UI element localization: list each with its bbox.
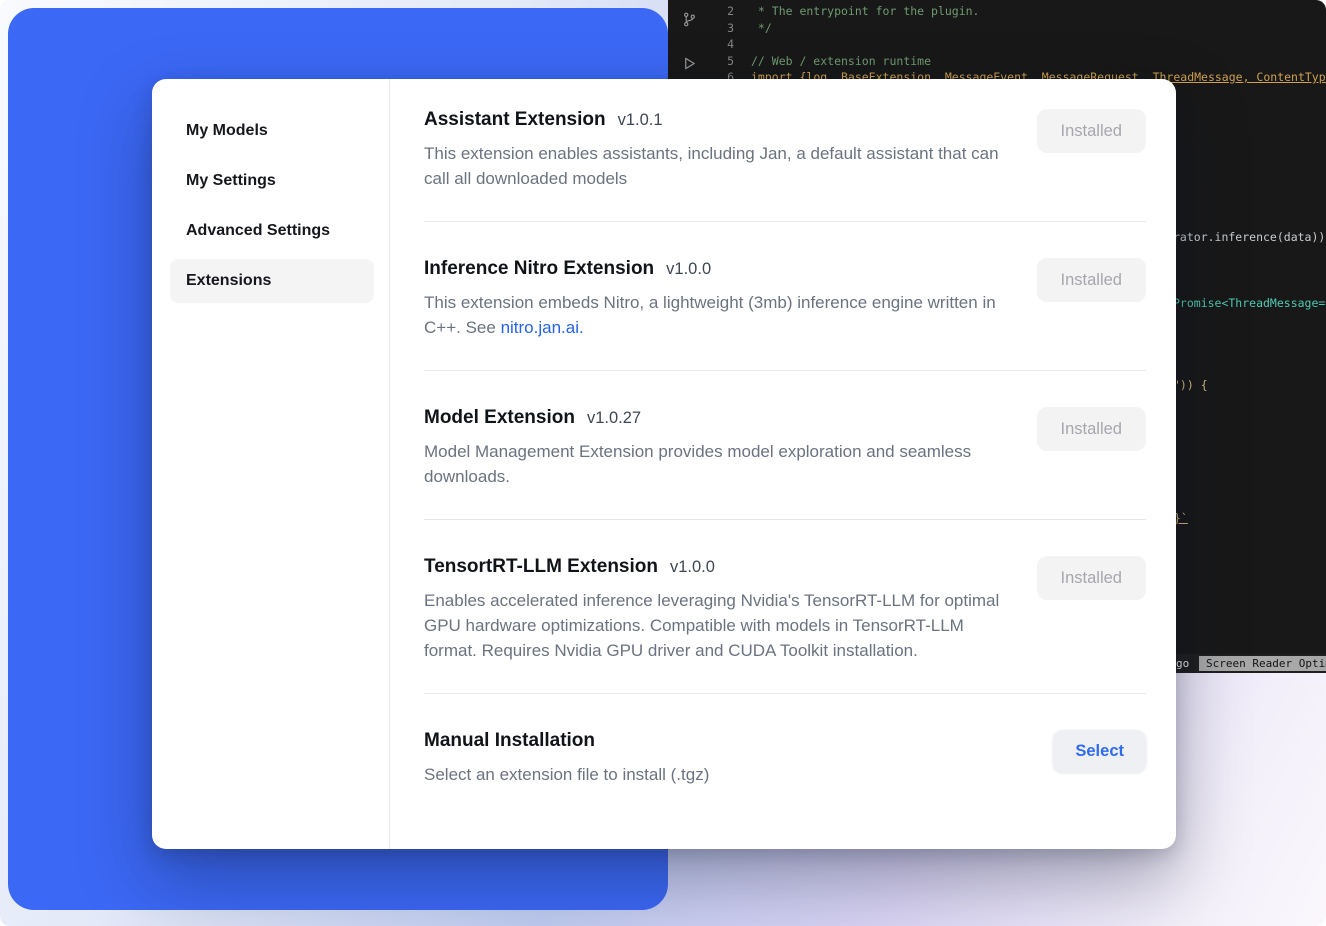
code-text: */ [751, 20, 772, 37]
select-file-button[interactable]: Select [1053, 730, 1146, 772]
divider [424, 519, 1146, 520]
code-line: 4 [710, 36, 1326, 53]
extension-version: v1.0.0 [666, 260, 711, 279]
code-line: 2 * The entrypoint for the plugin. [710, 3, 1326, 20]
extension-info: Assistant Extension v1.0.1 This extensio… [424, 109, 1009, 191]
run-debug-icon [682, 56, 697, 74]
line-number: 5 [710, 53, 734, 70]
line-number: 3 [710, 20, 734, 37]
code-fragment: rator.inference(data)); [1173, 230, 1326, 244]
divider [424, 221, 1146, 222]
divider [424, 370, 1146, 371]
code-line: 5 // Web / extension runtime [710, 53, 1326, 70]
editor-code: 2 * The entrypoint for the plugin. 3 */ … [710, 3, 1326, 86]
code-text: * The entrypoint for the plugin. [751, 3, 979, 20]
installed-button[interactable]: Installed [1037, 258, 1146, 302]
extension-version: v1.0.1 [618, 111, 663, 130]
extension-heading: Manual Installation [424, 730, 1009, 752]
extension-description: Model Management Extension provides mode… [424, 439, 1009, 489]
installed-button[interactable]: Installed [1037, 556, 1146, 600]
page-background: 2 * The entrypoint for the plugin. 3 */ … [0, 0, 1326, 926]
status-text: go [1176, 657, 1189, 670]
extension-row-nitro: Inference Nitro Extension v1.0.0 This ex… [424, 258, 1146, 340]
extension-title: TensortRT-LLM Extension [424, 556, 658, 578]
extension-title: Inference Nitro Extension [424, 258, 654, 280]
sidebar-item-advanced-settings[interactable]: Advanced Settings [170, 209, 374, 253]
extension-description: This extension enables assistants, inclu… [424, 141, 1009, 191]
settings-sidebar: My Models My Settings Advanced Settings … [152, 79, 390, 849]
installed-button[interactable]: Installed [1037, 109, 1146, 153]
extension-description: Enables accelerated inference leveraging… [424, 588, 1009, 663]
editor-activity-bar [675, 12, 703, 74]
extensions-panel: Assistant Extension v1.0.1 This extensio… [390, 79, 1176, 849]
source-control-icon [682, 12, 697, 30]
line-number: 2 [710, 3, 734, 20]
extension-info: Inference Nitro Extension v1.0.0 This ex… [424, 258, 1009, 340]
code-line: 3 */ [710, 20, 1326, 37]
sidebar-item-extensions[interactable]: Extensions [170, 259, 374, 303]
extension-info: TensortRT-LLM Extension v1.0.0 Enables a… [424, 556, 1009, 663]
extension-heading: Inference Nitro Extension v1.0.0 [424, 258, 1009, 280]
screen-reader-chip: Screen Reader Optimized [1199, 656, 1326, 671]
extension-title: Assistant Extension [424, 109, 606, 131]
installed-button[interactable]: Installed [1037, 407, 1146, 451]
extension-title: Model Extension [424, 407, 575, 429]
extension-row-tensorrt: TensortRT-LLM Extension v1.0.0 Enables a… [424, 556, 1146, 663]
extension-info: Model Extension v1.0.27 Model Management… [424, 407, 1009, 489]
extension-row-assistant: Assistant Extension v1.0.1 This extensio… [424, 109, 1146, 191]
code-text: // Web / extension runtime [751, 53, 931, 70]
manual-installation-description: Select an extension file to install (.tg… [424, 762, 1009, 787]
manual-installation-title: Manual Installation [424, 730, 595, 752]
extension-row-model: Model Extension v1.0.27 Model Management… [424, 407, 1146, 489]
extension-info: Manual Installation Select an extension … [424, 730, 1009, 787]
manual-installation-row: Manual Installation Select an extension … [424, 730, 1146, 787]
sidebar-item-my-models[interactable]: My Models [170, 109, 374, 153]
settings-modal: My Models My Settings Advanced Settings … [152, 79, 1176, 849]
extension-heading: Assistant Extension v1.0.1 [424, 109, 1009, 131]
extension-heading: Model Extension v1.0.27 [424, 407, 1009, 429]
extension-heading: TensortRT-LLM Extension v1.0.0 [424, 556, 1009, 578]
code-fragment: ")) { [1173, 378, 1208, 392]
extension-version: v1.0.27 [587, 409, 641, 428]
divider [424, 693, 1146, 694]
sidebar-item-my-settings[interactable]: My Settings [170, 159, 374, 203]
extension-version: v1.0.0 [670, 558, 715, 577]
code-fragment: Promise<ThreadMessage= [1173, 296, 1325, 310]
nitro-jan-ai-link[interactable]: nitro.jan.ai. [501, 318, 584, 337]
line-number: 4 [710, 36, 734, 53]
extension-description: This extension embeds Nitro, a lightweig… [424, 290, 1009, 340]
